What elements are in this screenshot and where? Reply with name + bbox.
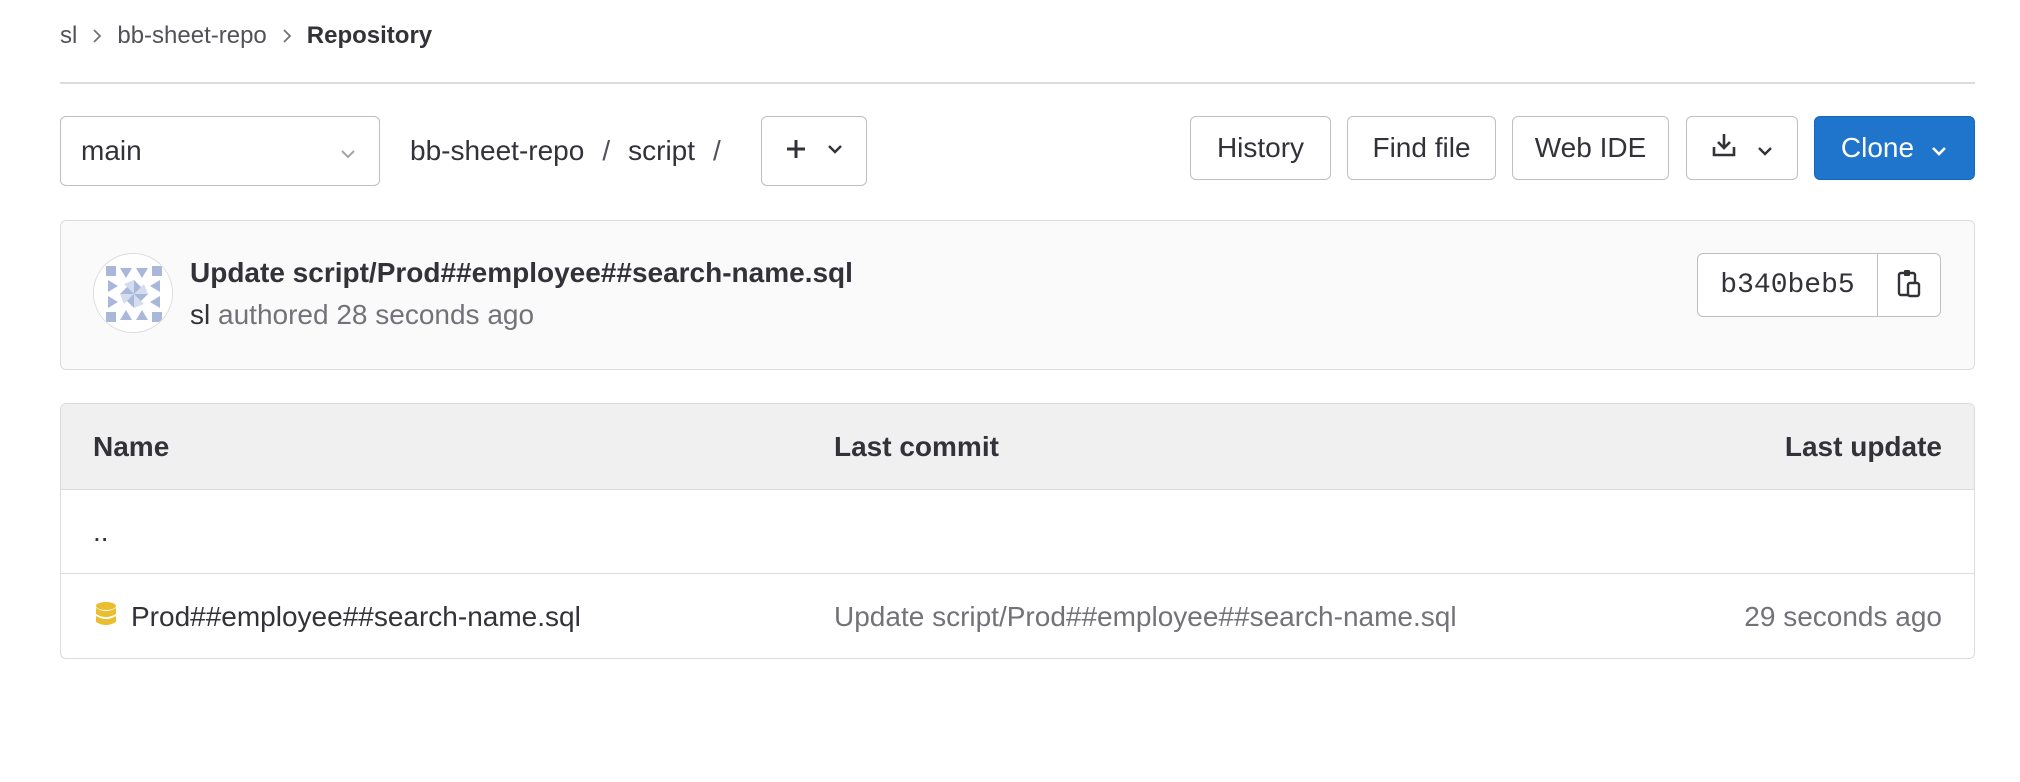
download-icon [1710,131,1738,166]
download-dropdown[interactable] [1686,116,1798,180]
chevron-down-icon [1756,132,1774,164]
breadcrumb-item-project[interactable]: bb-sheet-repo [117,22,266,50]
copy-sha-button[interactable] [1878,254,1940,316]
file-name-link[interactable]: Prod##employee##search-name.sql [131,601,581,633]
repository-page: sl bb-sheet-repo Repository main bb-shee… [0,0,2020,782]
avatar[interactable] [93,253,173,333]
path-separator: / [713,135,721,166]
parent-directory-row[interactable]: .. [61,490,1974,574]
file-last-update: 29 seconds ago [1744,601,1942,632]
chevron-right-icon [91,28,103,44]
breadcrumb-item-group[interactable]: sl [60,22,77,50]
branch-name: main [81,135,142,166]
branch-select[interactable]: main [60,116,380,186]
chevron-down-icon [339,135,357,167]
chevron-down-icon [1930,132,1948,164]
parent-directory-link[interactable]: .. [93,490,109,574]
table-row[interactable]: Prod##employee##search-name.sql Update s… [61,575,1974,658]
table-header: Name Last commit Last update [61,404,1974,490]
repo-path: bb-sheet-repo / script / [410,116,721,186]
chevron-down-icon [826,142,844,160]
divider [60,82,1975,84]
file-last-commit-link[interactable]: Update script/Prod##employee##search-nam… [834,575,1457,658]
last-commit-card: Update script/Prod##employee##search-nam… [60,220,1975,370]
path-segment-project[interactable]: bb-sheet-repo [410,135,584,167]
clone-label: Clone [1840,132,1915,163]
add-to-tree-dropdown[interactable] [761,116,867,186]
find-file-button[interactable]: Find file [1347,116,1496,180]
clone-dropdown[interactable]: Clone [1814,116,1975,180]
file-table: Name Last commit Last update .. Prod##em… [60,403,1975,659]
header-name: Name [93,431,170,462]
commit-title[interactable]: Update script/Prod##employee##search-nam… [190,257,853,289]
plus-icon [784,137,808,166]
path-separator: / [602,135,611,166]
chevron-right-icon [281,28,293,44]
breadcrumb: sl bb-sheet-repo Repository [60,18,432,54]
path-segment-folder[interactable]: script [628,135,695,167]
database-icon [93,600,119,635]
commit-meta: sl authored 28 seconds ago [190,299,534,331]
commit-sha[interactable]: b340beb5 [1698,254,1878,316]
copy-icon [1896,268,1922,303]
commit-author[interactable]: sl [190,299,210,330]
header-last-update: Last update [1784,431,1942,462]
web-ide-button[interactable]: Web IDE [1512,116,1669,180]
history-button[interactable]: History [1190,116,1331,180]
breadcrumb-current[interactable]: Repository [307,22,432,50]
file-name-cell: Prod##employee##search-name.sql [93,575,581,658]
commit-time: authored 28 seconds ago [218,299,535,330]
header-last-commit: Last commit [834,431,999,462]
commit-sha-group: b340beb5 [1697,253,1941,317]
